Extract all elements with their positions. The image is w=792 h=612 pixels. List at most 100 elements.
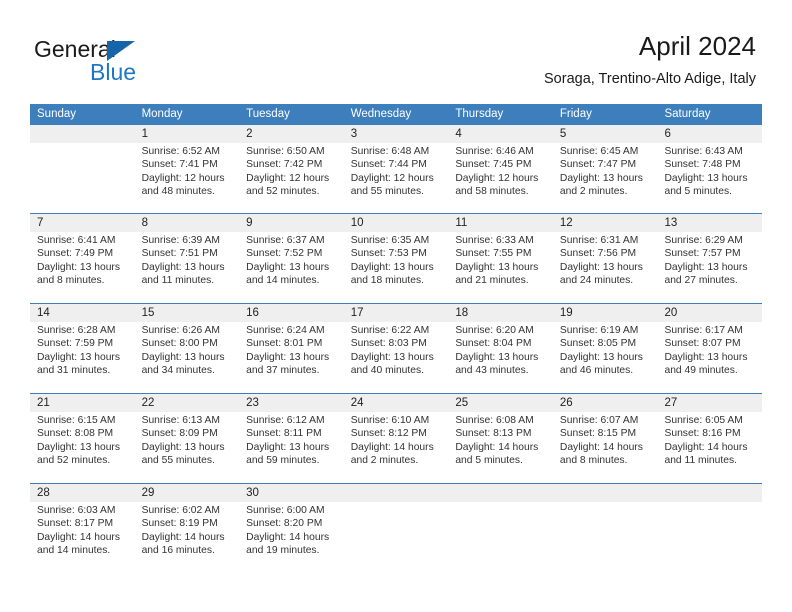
- day-sun-info: Sunrise: 6:13 AM Sunset: 8:09 PM Daylight:…: [142, 414, 236, 468]
- sunset-text: Sunset: 7:45 PM: [455, 159, 532, 171]
- day-cell-12[interactable]: 12 Sunrise: 6:31 AM Sunset: 7:56 PM Dayligh…: [553, 214, 658, 303]
- day-cell-15[interactable]: 15 Sunrise: 6:26 AM Sunset: 8:00 PM Dayligh…: [135, 304, 240, 393]
- daylight-text: Daylight: 12 hours and 55 minutes.: [350, 172, 434, 198]
- sunrise-text: Sunrise: 6:45 AM: [559, 146, 639, 157]
- sunrise-text: Sunrise: 6:43 AM: [664, 146, 743, 157]
- day-cell-5[interactable]: 5 Sunrise: 6:45 AM Sunset: 7:47 PM Daylight…: [553, 125, 658, 213]
- day-number: [351, 484, 445, 502]
- day-cell-23[interactable]: 23 Sunrise: 6:12 AM Sunset: 8:11 PM Dayligh…: [239, 394, 344, 483]
- day-cell-30[interactable]: 30 Sunrise: 6:00 AM Sunset: 8:20 PM Dayligh…: [239, 484, 344, 573]
- sunrise-text: Sunrise: 6:00 AM: [246, 505, 325, 516]
- day-number: 30: [246, 487, 259, 499]
- daylight-text: Daylight: 13 hours and 31 minutes.: [37, 351, 120, 377]
- day-number: 4: [455, 128, 462, 140]
- day-cell-1[interactable]: 1 Sunrise: 6:52 AM Sunset: 7:41 PM Daylight…: [135, 125, 240, 213]
- day-cell-8[interactable]: 8 Sunrise: 6:39 AM Sunset: 7:51 PM Daylight…: [135, 214, 240, 303]
- day-cell-9[interactable]: 9 Sunrise: 6:37 AM Sunset: 7:52 PM Daylight…: [239, 214, 344, 303]
- day-cell-empty: [30, 125, 135, 213]
- calendar-week-row: 21 Sunrise: 6:15 AM Sunset: 8:08 PM Dayligh…: [30, 393, 762, 483]
- day-cell-empty: [553, 484, 658, 573]
- sunrise-text: Sunrise: 6:46 AM: [455, 146, 534, 157]
- day-sun-info: Sunrise: 6:10 AM Sunset: 8:12 PM Daylight:…: [351, 414, 445, 468]
- sunset-text: Sunset: 8:05 PM: [559, 338, 637, 350]
- day-number: [455, 484, 549, 502]
- sunrise-text: Sunrise: 6:10 AM: [350, 415, 430, 426]
- day-cell-27[interactable]: 27 Sunrise: 6:05 AM Sunset: 8:16 PM Dayligh…: [657, 394, 762, 483]
- calendar-week-row: 14 Sunrise: 6:28 AM Sunset: 7:59 PM Dayligh…: [30, 303, 762, 393]
- calendar-week-row: 7 Sunrise: 6:41 AM Sunset: 7:49 PM Daylight…: [30, 213, 762, 303]
- day-cell-18[interactable]: 18 Sunrise: 6:20 AM Sunset: 8:04 PM Dayligh…: [448, 304, 553, 393]
- sunrise-text: Sunrise: 6:37 AM: [246, 235, 325, 246]
- day-cell-21[interactable]: 21 Sunrise: 6:15 AM Sunset: 8:08 PM Dayligh…: [30, 394, 135, 483]
- day-cells: 28 Sunrise: 6:03 AM Sunset: 8:17 PM Dayligh…: [30, 484, 762, 573]
- day-cell-17[interactable]: 17 Sunrise: 6:22 AM Sunset: 8:03 PM Dayligh…: [344, 304, 449, 393]
- day-cell-28[interactable]: 28 Sunrise: 6:03 AM Sunset: 8:17 PM Dayligh…: [30, 484, 135, 573]
- daylight-text: Daylight: 14 hours and 8 minutes.: [559, 441, 643, 467]
- sunset-text: Sunset: 7:52 PM: [246, 248, 323, 260]
- daylight-text: Daylight: 13 hours and 11 minutes.: [141, 261, 225, 287]
- day-sun-info: Sunrise: 6:41 AM Sunset: 7:49 PM Daylight:…: [37, 234, 131, 288]
- sunrise-text: Sunrise: 6:13 AM: [141, 415, 220, 426]
- sunrise-text: Sunrise: 6:15 AM: [37, 415, 116, 426]
- calendar-week-row: 1 Sunrise: 6:52 AM Sunset: 7:41 PM Daylight…: [30, 125, 762, 213]
- day-cell-16[interactable]: 16 Sunrise: 6:24 AM Sunset: 8:01 PM Dayligh…: [239, 304, 344, 393]
- day-number: 1: [141, 128, 148, 140]
- day-sun-info: Sunrise: 6:33 AM Sunset: 7:55 PM Daylight:…: [455, 234, 549, 288]
- day-sun-info: Sunrise: 6:07 AM Sunset: 8:15 PM Daylight:…: [560, 414, 654, 468]
- day-number: 29: [141, 487, 155, 499]
- daylight-text: Daylight: 13 hours and 52 minutes.: [37, 441, 120, 467]
- sunrise-text: Sunrise: 6:05 AM: [664, 415, 743, 426]
- day-cell-26[interactable]: 26 Sunrise: 6:07 AM Sunset: 8:15 PM Dayligh…: [553, 394, 658, 483]
- day-cell-empty: [657, 484, 762, 573]
- day-cell-10[interactable]: 10 Sunrise: 6:35 AM Sunset: 7:53 PM Dayligh…: [344, 214, 449, 303]
- day-number: 16: [246, 307, 259, 319]
- day-cell-11[interactable]: 11 Sunrise: 6:33 AM Sunset: 7:55 PM Dayligh…: [448, 214, 553, 303]
- day-number: 15: [141, 307, 155, 319]
- sunset-text: Sunset: 8:16 PM: [664, 428, 741, 440]
- weekday-header-sunday: Sunday: [37, 108, 77, 120]
- day-cell-14[interactable]: 14 Sunrise: 6:28 AM Sunset: 7:59 PM Dayligh…: [30, 304, 135, 393]
- calendar-grid: Sunday Monday Tuesday Wednesday Thursday Frid…: [30, 104, 762, 573]
- day-number: 28: [37, 487, 50, 499]
- day-cell-29[interactable]: 29 Sunrise: 6:02 AM Sunset: 8:19 PM Dayligh…: [135, 484, 240, 573]
- day-cell-20[interactable]: 20 Sunrise: 6:17 AM Sunset: 8:07 PM Dayligh…: [657, 304, 762, 393]
- sunset-text: Sunset: 8:04 PM: [455, 338, 532, 350]
- day-cell-7[interactable]: 7 Sunrise: 6:41 AM Sunset: 7:49 PM Daylight…: [30, 214, 135, 303]
- day-cell-13[interactable]: 13 Sunrise: 6:29 AM Sunset: 7:57 PM Dayligh…: [657, 214, 762, 303]
- sunrise-text: Sunrise: 6:48 AM: [350, 146, 430, 157]
- sunset-text: Sunset: 8:15 PM: [559, 428, 637, 440]
- daylight-text: Daylight: 13 hours and 24 minutes.: [559, 261, 643, 287]
- sunset-text: Sunset: 7:44 PM: [350, 159, 427, 171]
- day-sun-info: Sunrise: 6:19 AM Sunset: 8:05 PM Daylight:…: [560, 324, 654, 378]
- day-cell-24[interactable]: 24 Sunrise: 6:10 AM Sunset: 8:12 PM Dayligh…: [344, 394, 449, 483]
- sunrise-text: Sunrise: 6:41 AM: [37, 235, 116, 246]
- sunset-text: Sunset: 7:55 PM: [455, 248, 532, 260]
- daylight-text: Daylight: 13 hours and 59 minutes.: [246, 441, 330, 467]
- day-cell-19[interactable]: 19 Sunrise: 6:19 AM Sunset: 8:05 PM Dayligh…: [553, 304, 658, 393]
- day-cell-25[interactable]: 25 Sunrise: 6:08 AM Sunset: 8:13 PM Dayligh…: [448, 394, 553, 483]
- day-sun-info: Sunrise: 6:02 AM Sunset: 8:19 PM Daylight:…: [142, 504, 236, 558]
- day-cell-4[interactable]: 4 Sunrise: 6:46 AM Sunset: 7:45 PM Daylight…: [448, 125, 553, 213]
- sunset-text: Sunset: 8:19 PM: [141, 518, 218, 530]
- day-sun-info: Sunrise: 6:03 AM Sunset: 8:17 PM Daylight:…: [37, 504, 131, 558]
- weekday-header-saturday: Saturday: [664, 108, 711, 120]
- page-subtitle: Soraga, Trentino-Alto Adige, Italy: [544, 71, 756, 87]
- day-cell-22[interactable]: 22 Sunrise: 6:13 AM Sunset: 8:09 PM Dayligh…: [135, 394, 240, 483]
- sunset-text: Sunset: 7:41 PM: [141, 159, 218, 171]
- day-sun-info: Sunrise: 6:35 AM Sunset: 7:53 PM Daylight:…: [351, 234, 445, 288]
- daylight-text: Daylight: 14 hours and 19 minutes.: [246, 531, 330, 557]
- day-number: 14: [37, 307, 50, 319]
- bottom-rule: [30, 571, 762, 572]
- day-cell-3[interactable]: 3 Sunrise: 6:48 AM Sunset: 7:44 PM Daylight…: [344, 125, 449, 213]
- day-number: 7: [37, 217, 44, 229]
- day-cell-6[interactable]: 6 Sunrise: 6:43 AM Sunset: 7:48 PM Daylight…: [657, 125, 762, 213]
- day-number: 8: [141, 217, 148, 229]
- day-number: 10: [350, 217, 364, 229]
- daylight-text: Daylight: 13 hours and 40 minutes.: [350, 351, 434, 377]
- sunrise-text: Sunrise: 6:17 AM: [664, 325, 743, 336]
- daylight-text: Daylight: 14 hours and 11 minutes.: [664, 441, 748, 467]
- sunrise-text: Sunrise: 6:24 AM: [246, 325, 325, 336]
- day-cell-2[interactable]: 2 Sunrise: 6:50 AM Sunset: 7:42 PM Daylight…: [239, 125, 344, 213]
- sunrise-text: Sunrise: 6:52 AM: [141, 146, 220, 157]
- calendar-weeks: 1 Sunrise: 6:52 AM Sunset: 7:41 PM Daylight…: [30, 125, 762, 573]
